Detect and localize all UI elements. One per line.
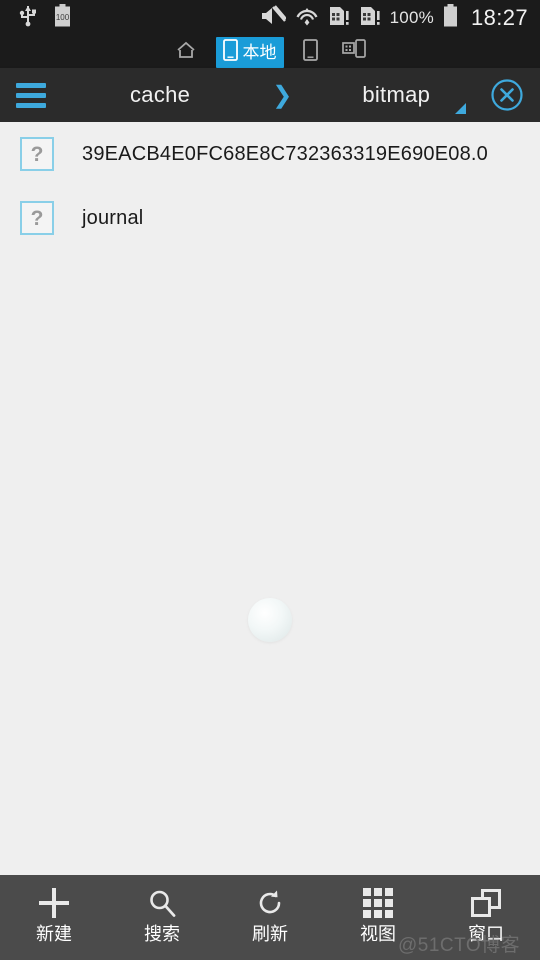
main-toolbar: cache ❯ bitmap: [0, 68, 540, 122]
bottom-nav-refresh-label: 刷新: [252, 924, 288, 944]
tablet-icon: [302, 38, 318, 66]
bottom-nav-view-label: 视图: [360, 924, 396, 944]
breadcrumb-item-bitmap[interactable]: bitmap: [362, 82, 430, 108]
bottom-nav-new-label: 新建: [36, 924, 72, 944]
svg-text:100: 100: [56, 13, 70, 22]
wifi-icon: [295, 5, 319, 32]
battery-percent-label: 100%: [389, 8, 434, 27]
usb-icon: [18, 5, 38, 32]
unknown-file-icon: ?: [20, 201, 54, 235]
close-circle-icon[interactable]: [474, 78, 540, 112]
table-row[interactable]: ? 39EACB4E0FC68E8C732363319E690E08.0: [0, 122, 540, 186]
status-bar-left: 100: [0, 3, 71, 33]
search-icon: [147, 888, 177, 918]
file-list-area: ? 39EACB4E0FC68E8C732363319E690E08.0 ? j…: [0, 122, 540, 875]
hamburger-menu-icon[interactable]: [0, 82, 62, 108]
bottom-nav-search-label: 搜索: [144, 924, 180, 944]
sim1-alert-icon: [328, 5, 350, 32]
home-icon: [175, 40, 197, 65]
breadcrumb: cache ❯ bitmap: [62, 68, 474, 122]
table-row[interactable]: ? journal: [0, 186, 540, 250]
status-bar-right: 100% 18:27: [260, 3, 540, 33]
plus-icon: [39, 888, 69, 918]
bottom-nav-window[interactable]: 窗口: [432, 875, 540, 943]
tab-tablet[interactable]: [298, 37, 323, 68]
bottom-nav-view[interactable]: 视图: [324, 875, 432, 943]
tab-local-storage[interactable]: 本地: [215, 36, 284, 68]
unknown-file-icon: ?: [20, 137, 54, 171]
bottom-nav-bar: 新建 搜索 刷新 视图 窗口: [0, 875, 540, 960]
app-screen: 100 100% 18:27 本地 cache ❯ bitmap ? 39EAC…: [0, 0, 540, 960]
mute-icon: [260, 4, 287, 32]
device-tab-strip: 本地: [0, 36, 540, 68]
status-bar-clock: 18:27: [470, 5, 528, 30]
breadcrumb-separator-icon: ❯: [272, 81, 293, 109]
bottom-nav-search[interactable]: 搜索: [108, 875, 216, 943]
status-bar: 100 100% 18:27: [0, 0, 540, 36]
tab-network-devices[interactable]: [337, 37, 371, 68]
network-devices-icon: [341, 38, 366, 66]
sim2-alert-icon: [359, 5, 381, 32]
bottom-nav-new[interactable]: 新建: [0, 875, 108, 943]
grid-view-icon: [363, 888, 393, 918]
refresh-icon: [255, 888, 285, 918]
phone-icon: [222, 38, 238, 66]
windows-icon: [471, 888, 501, 918]
file-name-label: journal: [82, 206, 144, 229]
file-name-label: 39EACB4E0FC68E8C732363319E690E08.0: [82, 142, 488, 165]
tab-local-storage-label: 本地: [242, 42, 277, 62]
bottom-nav-window-label: 窗口: [468, 924, 504, 944]
tab-home[interactable]: [170, 38, 202, 67]
battery-charge-icon: 100: [54, 3, 71, 33]
breadcrumb-item-cache[interactable]: cache: [130, 82, 190, 108]
triangle-marker-icon[interactable]: [455, 103, 466, 114]
bottom-nav-refresh[interactable]: 刷新: [216, 875, 324, 943]
loading-spinner: [248, 598, 292, 642]
battery-full-icon: [443, 3, 458, 33]
